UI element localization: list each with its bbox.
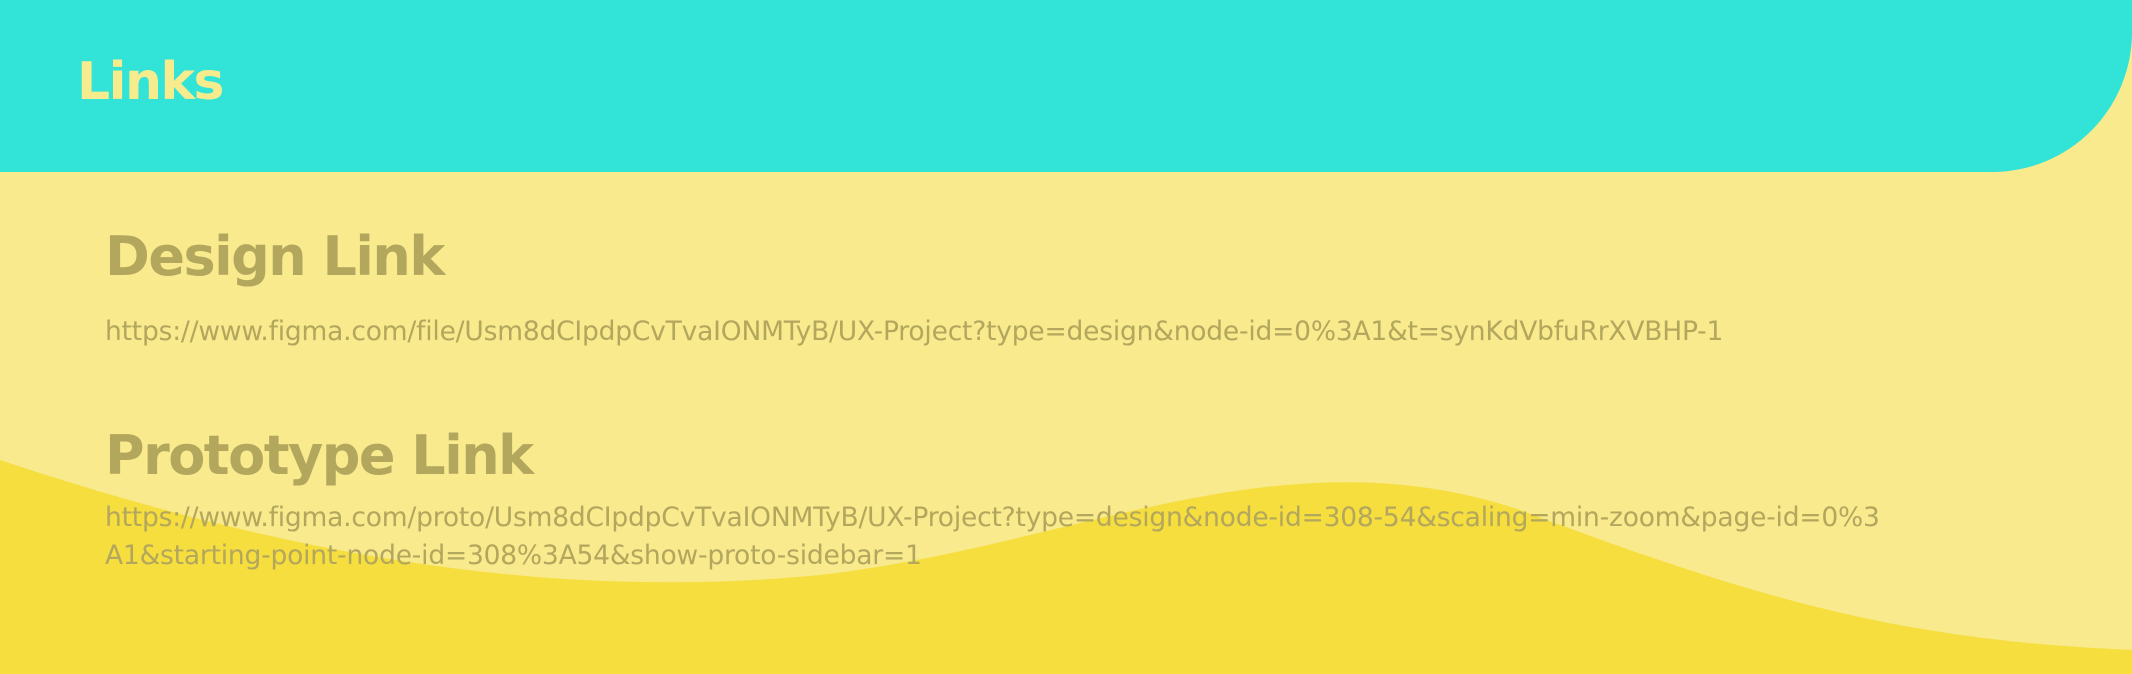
design-link-heading: Design Link <box>105 225 445 288</box>
prototype-link-heading: Prototype Link <box>105 424 534 487</box>
header-banner: Links <box>0 0 2132 172</box>
page-title: Links <box>77 52 225 112</box>
prototype-link-url[interactable]: https://www.figma.com/proto/Usm8dCIpdpCv… <box>105 499 1895 575</box>
design-link-url[interactable]: https://www.figma.com/file/Usm8dCIpdpCvT… <box>105 313 1895 351</box>
